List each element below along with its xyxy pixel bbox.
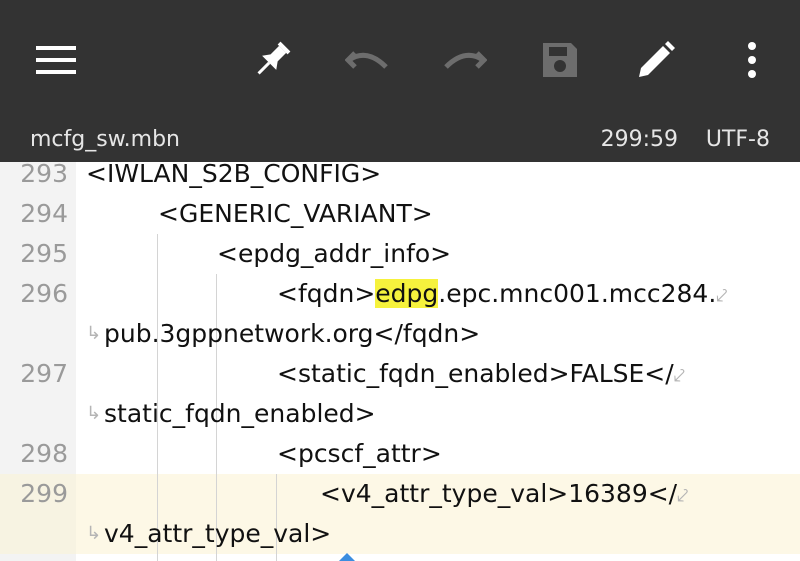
wrap-end-icon: ⤦ [716, 283, 728, 307]
code-line-continuation: v4_attr_type_val> [104, 519, 332, 548]
wrap-start-icon: ↳ [86, 523, 102, 544]
code-line: <v4_attr_type_val>16389</⤦ [320, 474, 688, 514]
code-line: <static_fqdn_enabled>FALSE</⤦ [277, 354, 685, 394]
redo-icon[interactable] [434, 30, 494, 90]
save-icon[interactable] [530, 30, 590, 90]
encoding-label[interactable]: UTF-8 [706, 118, 770, 162]
code-line: <GENERIC_VARIANT> [158, 199, 433, 228]
code-line-continuation: static_fqdn_enabled> [104, 399, 376, 428]
top-toolbar [0, 0, 800, 118]
code-line: <epdg_addr_info> [217, 239, 452, 268]
text-cursor-handle[interactable] [338, 553, 356, 561]
code-segment: <fqdn> [277, 279, 376, 308]
more-vertical-icon[interactable] [722, 30, 782, 90]
code-line: <IWLAN_S2B_CONFIG> [86, 162, 382, 188]
file-name: mcfg_sw.mbn [30, 127, 181, 152]
search-match-highlight: edpg [375, 279, 439, 308]
wrap-start-icon: ↳ [86, 403, 102, 424]
line-number: 297 [20, 359, 68, 388]
wrap-end-icon: ⤦ [677, 483, 689, 507]
code-line: <pcscf_attr> [277, 439, 442, 468]
menu-icon[interactable] [26, 30, 86, 90]
line-number: 298 [20, 439, 68, 468]
code-line-continuation: pub.3gppnetwork.org</fqdn> [104, 319, 481, 348]
code-segment: .epc.mnc001.mcc284. [438, 279, 717, 308]
code-line: <fqdn>edpg.epc.mnc001.mcc284.⤦ [277, 274, 728, 314]
code-segment: <v4_attr_type_val>16389</ [320, 479, 678, 508]
cursor-position: 299:59 [600, 127, 678, 152]
wrap-end-icon: ⤦ [673, 363, 685, 387]
code-editor[interactable]: 293 <IWLAN_S2B_CONFIG> 294 <GENERIC_VARI… [0, 162, 800, 561]
wrap-start-icon: ↳ [86, 323, 102, 344]
line-number: 296 [20, 279, 68, 308]
line-number: 299 [20, 479, 68, 508]
edit-icon[interactable] [626, 30, 686, 90]
pin-icon[interactable] [242, 30, 302, 90]
line-number: 294 [20, 199, 68, 228]
line-number: 295 [20, 239, 68, 268]
undo-icon[interactable] [338, 30, 398, 90]
status-bar: mcfg_sw.mbn 299:59 UTF-8 [0, 118, 800, 162]
code-segment: <static_fqdn_enabled>FALSE</ [277, 359, 674, 388]
line-number: 293 [20, 162, 68, 188]
